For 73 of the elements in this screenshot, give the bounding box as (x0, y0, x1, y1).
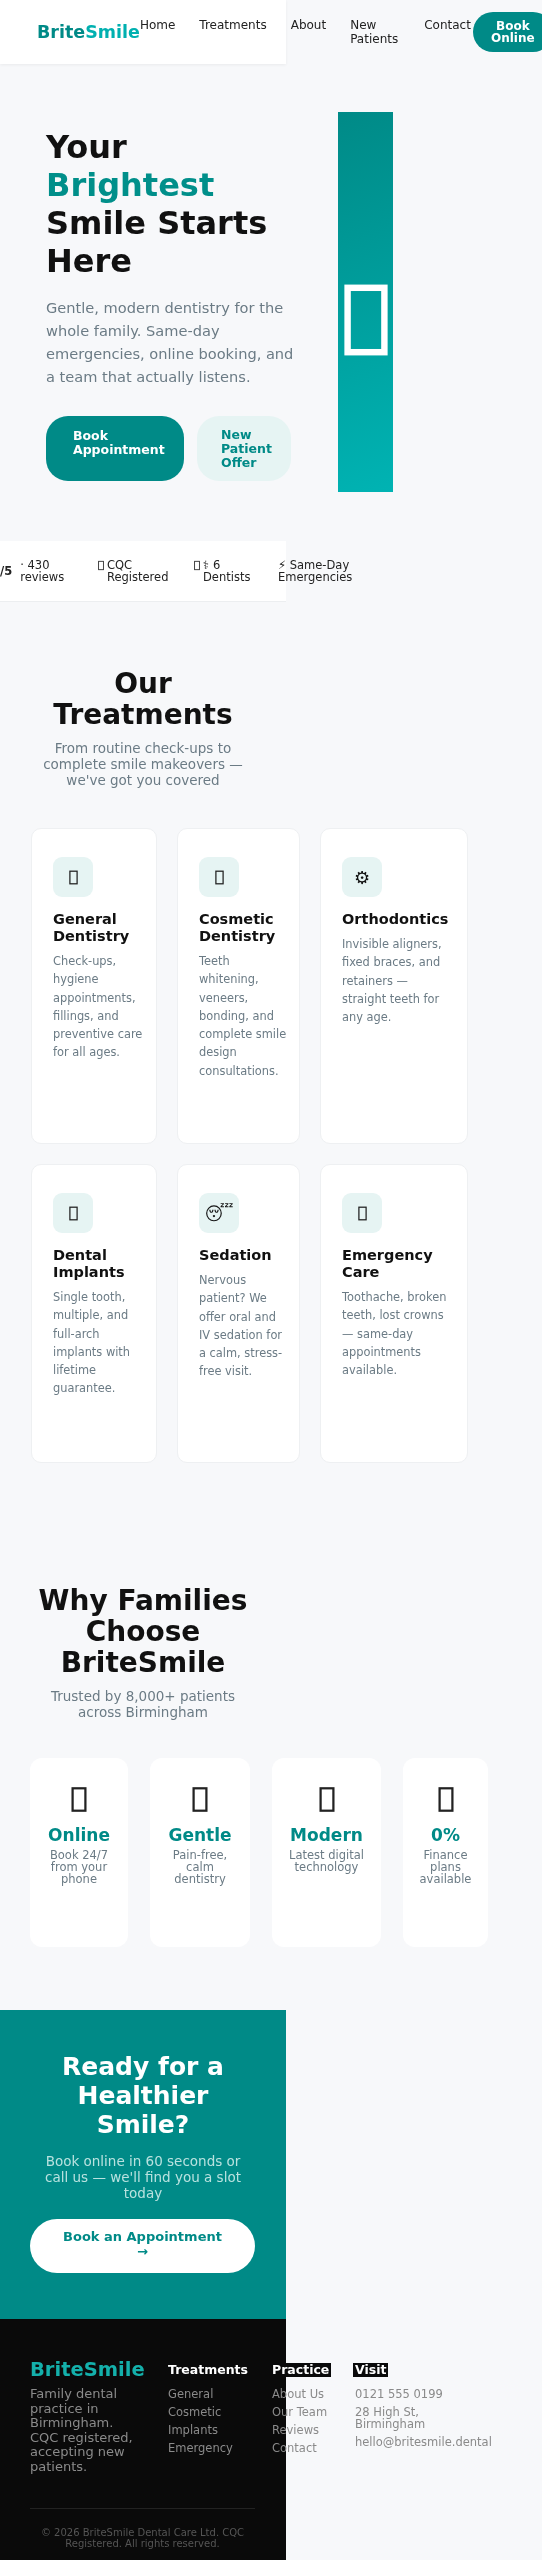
card-title: Orthodontics (342, 911, 450, 928)
symbol-icon: 😴 (204, 1202, 234, 1224)
book-appointment-button[interactable]: Book an Appointment → (30, 2219, 255, 2273)
section-subtitle: From routine check-ups to complete smile makeovers — we've got you covered (42, 740, 244, 788)
logo[interactable]: BriteSmile (37, 22, 140, 42)
nav-link[interactable]: Contact (424, 18, 471, 46)
treatment-card[interactable]: General Dentistry Check-ups, hygiene appointments, fillings, and preventive care for all ages. (31, 828, 157, 1144)
placeholder-icon (214, 869, 224, 885)
placeholder-icon (192, 1786, 208, 1813)
footer-link[interactable]: Cosmetic (168, 2406, 222, 2418)
card-text: Nervous patient? We offer oral and IV sedation for a calm, stress-free visit. (199, 1272, 284, 1381)
footer-link[interactable]: hello@britesmile.dental (355, 2436, 492, 2448)
placeholder-icon (98, 559, 104, 571)
placeholder-icon (68, 1205, 78, 1221)
card-title: Cosmetic Dentistry (199, 911, 277, 945)
nav-link[interactable]: Treatments (199, 18, 267, 46)
nav-link[interactable]: About (290, 18, 327, 46)
treatment-card[interactable]: 😴 Sedation Nervous patient? We offer oral and IV sedation for a calm, stress-free visit. (177, 1164, 300, 1463)
symbol-icon: ⚙ (353, 866, 371, 888)
footer-link[interactable]: 28 High St, Birmingham (355, 2406, 445, 2430)
feature-title: 0% (431, 1825, 460, 1845)
book-appointment-button[interactable]: Book Appointment (46, 416, 184, 481)
card-text: Toothache, broken teeth, lost crowns — same-day appointments available. (342, 1289, 448, 1380)
placeholder-icon (71, 1786, 87, 1813)
feature-text: Book 24/7 from your phone (48, 1849, 110, 1886)
feature-text: Pain-free, calm dentistry (171, 1849, 229, 1886)
feature-text: Finance plans available (418, 1849, 473, 1886)
treatment-card[interactable]: ⚙ Orthodontics Invisible aligners, fixed braces, and retainers — straight teeth for any age. (320, 828, 468, 1144)
card-title: Emergency Care (342, 1247, 434, 1281)
feature-title: Modern (290, 1825, 363, 1845)
placeholder-icon (357, 1205, 367, 1221)
hero-title: Your Brightest Smile Starts Here (46, 128, 269, 280)
treatment-card[interactable]: Dental Implants Single tooth, multiple, and full-arch implants with lifetime guarantee. (31, 1164, 157, 1463)
stat-text: ⚡ Same-Day Emergencies (278, 558, 353, 584)
feature-text: Latest digital technology (288, 1849, 365, 1874)
placeholder-icon (437, 1786, 454, 1813)
footer-heading: Treatments (166, 2363, 251, 2377)
footer-link[interactable]: General (168, 2388, 214, 2400)
nav-link[interactable]: Home (139, 18, 176, 46)
section-subtitle: Trusted by 8,000+ patients across Birmingham (49, 1688, 236, 1720)
stat-text: · 430 reviews (20, 558, 65, 584)
footer-heading: Practice (270, 2363, 332, 2377)
feature-title: Gentle (168, 1825, 232, 1845)
footer-link[interactable]: 0121 555 0199 (355, 2388, 443, 2400)
cta-text: Book online in 60 seconds or call us — we'll find you a slot today (44, 2153, 242, 2201)
copyright: © 2026 BriteSmile Dental Care Ltd. CQC Registered. All rights reserved. (39, 2527, 246, 2549)
nav-link[interactable]: New Patients (350, 18, 401, 46)
card-text: Check-ups, hygiene appointments, fillings, and preventive care for all ages. (53, 953, 144, 1062)
card-text: Teeth whitening, veneers, bonding, and complete smile design consultations. (199, 953, 287, 1080)
stat-text: CQC Registered (107, 558, 169, 584)
treatment-card[interactable]: Cosmetic Dentistry Teeth whitening, veneers, bonding, and complete smile design consultations. (177, 828, 300, 1144)
footer-link[interactable]: Implants (168, 2424, 218, 2436)
footer-about: Family dental practice in Birmingham. CQC registered, accepting new patients. (30, 2387, 134, 2474)
card-text: Invisible aligners, fixed braces, and retainers — straight teeth for any age. (342, 936, 443, 1027)
stat-text: ⚕ 6 Dentists (203, 558, 251, 584)
section-title: Why Families Choose BriteSmile (37, 1585, 249, 1678)
placeholder-icon (194, 559, 200, 571)
section-title: Our Treatments (52, 668, 234, 730)
placeholder-icon (318, 1786, 335, 1813)
card-title: Sedation (199, 1247, 273, 1264)
treatment-card[interactable]: Emergency Care Toothache, broken teeth, lost crowns — same-day appointments available. (320, 1164, 468, 1463)
footer-heading: Visit (353, 2363, 389, 2377)
offer-button[interactable]: New Patient Offer (197, 416, 291, 481)
placeholder-icon (68, 869, 78, 885)
cta-title: Ready for a Healthier Smile? (61, 2052, 225, 2139)
book-online-button[interactable]: Book Online (472, 12, 542, 52)
card-title: General Dentistry (53, 911, 131, 945)
feature-title: Online (48, 1825, 110, 1845)
rating-value: /5 (0, 564, 13, 578)
footer-link[interactable]: Emergency (168, 2442, 233, 2454)
card-title: Dental Implants (53, 1247, 126, 1281)
hero-subtitle: Gentle, modern dentistry for the whole family. Same-day emergencies, online booking, and a team that actually listens. (46, 298, 295, 387)
card-text: Single tooth, multiple, and full-arch implants with lifetime guarantee. (53, 1289, 132, 1398)
